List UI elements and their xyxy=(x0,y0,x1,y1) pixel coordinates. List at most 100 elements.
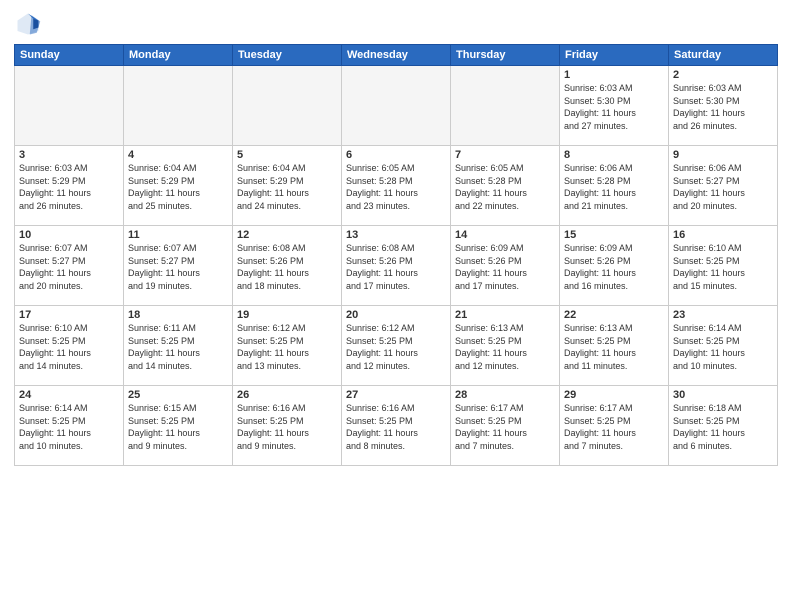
day-info: Sunrise: 6:06 AM Sunset: 5:28 PM Dayligh… xyxy=(564,162,664,212)
calendar-cell: 23Sunrise: 6:14 AM Sunset: 5:25 PM Dayli… xyxy=(669,306,778,386)
day-number: 27 xyxy=(346,389,446,401)
calendar-cell: 17Sunrise: 6:10 AM Sunset: 5:25 PM Dayli… xyxy=(15,306,124,386)
weekday-header-monday: Monday xyxy=(124,45,233,66)
day-number: 26 xyxy=(237,389,337,401)
calendar-cell xyxy=(451,66,560,146)
day-info: Sunrise: 6:14 AM Sunset: 5:25 PM Dayligh… xyxy=(673,322,773,372)
day-info: Sunrise: 6:10 AM Sunset: 5:25 PM Dayligh… xyxy=(19,322,119,372)
day-info: Sunrise: 6:12 AM Sunset: 5:25 PM Dayligh… xyxy=(237,322,337,372)
day-number: 9 xyxy=(673,149,773,161)
day-number: 12 xyxy=(237,229,337,241)
calendar-cell: 8Sunrise: 6:06 AM Sunset: 5:28 PM Daylig… xyxy=(560,146,669,226)
day-info: Sunrise: 6:08 AM Sunset: 5:26 PM Dayligh… xyxy=(237,242,337,292)
day-info: Sunrise: 6:08 AM Sunset: 5:26 PM Dayligh… xyxy=(346,242,446,292)
day-info: Sunrise: 6:14 AM Sunset: 5:25 PM Dayligh… xyxy=(19,402,119,452)
weekday-header-sunday: Sunday xyxy=(15,45,124,66)
calendar-cell: 30Sunrise: 6:18 AM Sunset: 5:25 PM Dayli… xyxy=(669,386,778,466)
day-number: 29 xyxy=(564,389,664,401)
calendar-cell: 21Sunrise: 6:13 AM Sunset: 5:25 PM Dayli… xyxy=(451,306,560,386)
day-info: Sunrise: 6:16 AM Sunset: 5:25 PM Dayligh… xyxy=(237,402,337,452)
week-row-4: 17Sunrise: 6:10 AM Sunset: 5:25 PM Dayli… xyxy=(15,306,778,386)
day-number: 16 xyxy=(673,229,773,241)
day-info: Sunrise: 6:03 AM Sunset: 5:30 PM Dayligh… xyxy=(564,82,664,132)
weekday-header-thursday: Thursday xyxy=(451,45,560,66)
calendar-cell xyxy=(342,66,451,146)
day-number: 17 xyxy=(19,309,119,321)
calendar-cell: 19Sunrise: 6:12 AM Sunset: 5:25 PM Dayli… xyxy=(233,306,342,386)
calendar-cell: 28Sunrise: 6:17 AM Sunset: 5:25 PM Dayli… xyxy=(451,386,560,466)
day-number: 23 xyxy=(673,309,773,321)
calendar-cell: 13Sunrise: 6:08 AM Sunset: 5:26 PM Dayli… xyxy=(342,226,451,306)
day-info: Sunrise: 6:04 AM Sunset: 5:29 PM Dayligh… xyxy=(237,162,337,212)
day-info: Sunrise: 6:15 AM Sunset: 5:25 PM Dayligh… xyxy=(128,402,228,452)
day-number: 30 xyxy=(673,389,773,401)
day-number: 2 xyxy=(673,69,773,81)
day-info: Sunrise: 6:03 AM Sunset: 5:30 PM Dayligh… xyxy=(673,82,773,132)
day-number: 3 xyxy=(19,149,119,161)
day-info: Sunrise: 6:12 AM Sunset: 5:25 PM Dayligh… xyxy=(346,322,446,372)
calendar-cell: 12Sunrise: 6:08 AM Sunset: 5:26 PM Dayli… xyxy=(233,226,342,306)
calendar-cell: 6Sunrise: 6:05 AM Sunset: 5:28 PM Daylig… xyxy=(342,146,451,226)
calendar-cell xyxy=(124,66,233,146)
logo xyxy=(14,10,46,38)
day-number: 15 xyxy=(564,229,664,241)
calendar-cell: 27Sunrise: 6:16 AM Sunset: 5:25 PM Dayli… xyxy=(342,386,451,466)
day-info: Sunrise: 6:10 AM Sunset: 5:25 PM Dayligh… xyxy=(673,242,773,292)
day-info: Sunrise: 6:04 AM Sunset: 5:29 PM Dayligh… xyxy=(128,162,228,212)
calendar-cell: 1Sunrise: 6:03 AM Sunset: 5:30 PM Daylig… xyxy=(560,66,669,146)
day-number: 19 xyxy=(237,309,337,321)
week-row-2: 3Sunrise: 6:03 AM Sunset: 5:29 PM Daylig… xyxy=(15,146,778,226)
calendar-cell: 2Sunrise: 6:03 AM Sunset: 5:30 PM Daylig… xyxy=(669,66,778,146)
day-info: Sunrise: 6:05 AM Sunset: 5:28 PM Dayligh… xyxy=(346,162,446,212)
calendar-cell: 15Sunrise: 6:09 AM Sunset: 5:26 PM Dayli… xyxy=(560,226,669,306)
calendar-cell: 26Sunrise: 6:16 AM Sunset: 5:25 PM Dayli… xyxy=(233,386,342,466)
day-number: 21 xyxy=(455,309,555,321)
day-info: Sunrise: 6:13 AM Sunset: 5:25 PM Dayligh… xyxy=(455,322,555,372)
calendar-cell: 14Sunrise: 6:09 AM Sunset: 5:26 PM Dayli… xyxy=(451,226,560,306)
day-number: 7 xyxy=(455,149,555,161)
day-info: Sunrise: 6:17 AM Sunset: 5:25 PM Dayligh… xyxy=(564,402,664,452)
calendar-cell: 5Sunrise: 6:04 AM Sunset: 5:29 PM Daylig… xyxy=(233,146,342,226)
day-number: 5 xyxy=(237,149,337,161)
header xyxy=(14,10,778,38)
day-info: Sunrise: 6:07 AM Sunset: 5:27 PM Dayligh… xyxy=(128,242,228,292)
calendar-cell xyxy=(15,66,124,146)
weekday-header-wednesday: Wednesday xyxy=(342,45,451,66)
day-number: 24 xyxy=(19,389,119,401)
day-number: 20 xyxy=(346,309,446,321)
day-info: Sunrise: 6:17 AM Sunset: 5:25 PM Dayligh… xyxy=(455,402,555,452)
calendar-cell: 22Sunrise: 6:13 AM Sunset: 5:25 PM Dayli… xyxy=(560,306,669,386)
calendar-cell: 25Sunrise: 6:15 AM Sunset: 5:25 PM Dayli… xyxy=(124,386,233,466)
day-info: Sunrise: 6:16 AM Sunset: 5:25 PM Dayligh… xyxy=(346,402,446,452)
calendar-cell: 10Sunrise: 6:07 AM Sunset: 5:27 PM Dayli… xyxy=(15,226,124,306)
day-info: Sunrise: 6:13 AM Sunset: 5:25 PM Dayligh… xyxy=(564,322,664,372)
weekday-header-friday: Friday xyxy=(560,45,669,66)
calendar-cell: 9Sunrise: 6:06 AM Sunset: 5:27 PM Daylig… xyxy=(669,146,778,226)
day-number: 1 xyxy=(564,69,664,81)
calendar-cell: 3Sunrise: 6:03 AM Sunset: 5:29 PM Daylig… xyxy=(15,146,124,226)
calendar-cell: 11Sunrise: 6:07 AM Sunset: 5:27 PM Dayli… xyxy=(124,226,233,306)
week-row-1: 1Sunrise: 6:03 AM Sunset: 5:30 PM Daylig… xyxy=(15,66,778,146)
day-info: Sunrise: 6:06 AM Sunset: 5:27 PM Dayligh… xyxy=(673,162,773,212)
weekday-header-saturday: Saturday xyxy=(669,45,778,66)
day-info: Sunrise: 6:07 AM Sunset: 5:27 PM Dayligh… xyxy=(19,242,119,292)
week-row-3: 10Sunrise: 6:07 AM Sunset: 5:27 PM Dayli… xyxy=(15,226,778,306)
day-info: Sunrise: 6:11 AM Sunset: 5:25 PM Dayligh… xyxy=(128,322,228,372)
day-info: Sunrise: 6:03 AM Sunset: 5:29 PM Dayligh… xyxy=(19,162,119,212)
day-number: 18 xyxy=(128,309,228,321)
calendar-cell: 20Sunrise: 6:12 AM Sunset: 5:25 PM Dayli… xyxy=(342,306,451,386)
page: SundayMondayTuesdayWednesdayThursdayFrid… xyxy=(0,0,792,612)
day-number: 22 xyxy=(564,309,664,321)
day-info: Sunrise: 6:18 AM Sunset: 5:25 PM Dayligh… xyxy=(673,402,773,452)
day-number: 14 xyxy=(455,229,555,241)
day-number: 4 xyxy=(128,149,228,161)
weekday-header-row: SundayMondayTuesdayWednesdayThursdayFrid… xyxy=(15,45,778,66)
calendar-cell: 18Sunrise: 6:11 AM Sunset: 5:25 PM Dayli… xyxy=(124,306,233,386)
day-info: Sunrise: 6:09 AM Sunset: 5:26 PM Dayligh… xyxy=(455,242,555,292)
day-number: 25 xyxy=(128,389,228,401)
calendar-table: SundayMondayTuesdayWednesdayThursdayFrid… xyxy=(14,44,778,466)
calendar-cell: 4Sunrise: 6:04 AM Sunset: 5:29 PM Daylig… xyxy=(124,146,233,226)
weekday-header-tuesday: Tuesday xyxy=(233,45,342,66)
day-number: 6 xyxy=(346,149,446,161)
day-info: Sunrise: 6:05 AM Sunset: 5:28 PM Dayligh… xyxy=(455,162,555,212)
